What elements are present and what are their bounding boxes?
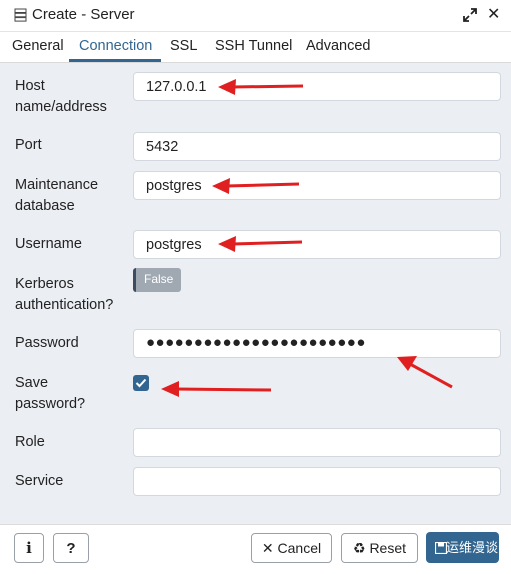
reset-button[interactable]: ♻ Reset (341, 533, 418, 563)
info-button[interactable]: i (14, 533, 44, 563)
password-label: Password (15, 335, 79, 351)
recycle-icon: ♻ (352, 540, 366, 556)
tab-general[interactable]: General (12, 38, 64, 54)
active-tab-indicator (69, 59, 161, 62)
port-input[interactable]: 5432 (133, 132, 501, 161)
service-input[interactable] (133, 467, 501, 496)
save-icon (435, 542, 447, 554)
port-label: Port (15, 137, 42, 153)
info-icon: i (26, 539, 32, 557)
save-password-label: Save password? (15, 375, 86, 412)
username-input[interactable]: postgres (133, 230, 501, 259)
host-label: Host name/address (15, 78, 107, 115)
help-icon: ? (66, 540, 76, 557)
reset-label: Reset (369, 540, 407, 556)
password-input[interactable]: ●●●●●●●●●●●●●●●●●●●●●●● (133, 329, 501, 358)
close-icon[interactable]: ✕ (487, 6, 500, 24)
host-input[interactable]: 127.0.0.1 (133, 72, 501, 101)
tab-advanced[interactable]: Advanced (306, 38, 371, 54)
cancel-label: Cancel (277, 540, 322, 556)
save-button[interactable]: 运维漫谈 (426, 532, 499, 563)
maintenance-db-input[interactable]: postgres (133, 171, 501, 200)
title-bar: Create - Server ✕ (0, 0, 511, 32)
check-icon (135, 378, 147, 388)
role-label: Role (15, 434, 45, 450)
tab-connection[interactable]: Connection (79, 38, 152, 54)
cancel-button[interactable]: ✕ Cancel (251, 533, 332, 563)
role-input[interactable] (133, 428, 501, 457)
service-label: Service (15, 473, 64, 489)
server-icon (14, 8, 27, 22)
kerberos-label: Kerberos authentication? (15, 276, 114, 313)
kerberos-toggle[interactable]: False (133, 268, 181, 292)
save-label: 运维漫谈 (446, 540, 499, 555)
help-button[interactable]: ? (53, 533, 89, 563)
close-icon: ✕ (261, 540, 274, 556)
tab-ssh-tunnel[interactable]: SSH Tunnel (215, 38, 292, 54)
dialog-title: Create - Server (32, 6, 135, 23)
tab-ssl[interactable]: SSL (170, 38, 197, 54)
expand-icon[interactable] (463, 8, 477, 22)
username-label: Username (15, 236, 82, 252)
save-password-checkbox[interactable] (133, 375, 149, 391)
maintenance-db-label: Maintenance database (15, 177, 99, 214)
kerberos-toggle-label: False (144, 272, 174, 286)
